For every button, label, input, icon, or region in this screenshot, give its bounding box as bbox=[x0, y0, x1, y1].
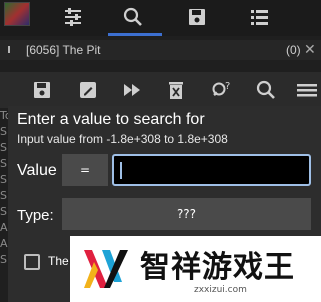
operator-button[interactable]: = bbox=[62, 154, 108, 186]
menu-icon[interactable] bbox=[294, 78, 318, 102]
fast-forward-icon[interactable] bbox=[120, 78, 144, 102]
value-input[interactable] bbox=[112, 154, 311, 186]
type-label: Type: bbox=[17, 207, 54, 224]
value-label: Value bbox=[17, 162, 57, 179]
pause-icon[interactable]: II bbox=[7, 45, 11, 56]
search-toolbar: ? bbox=[0, 72, 321, 108]
background-list-text: To S S S S S S A A S bbox=[0, 109, 8, 266]
option-checkbox-label: The bbox=[48, 254, 69, 268]
save-icon[interactable] bbox=[30, 78, 54, 102]
process-bar: II [6056] The Pit (0) ✕ bbox=[0, 40, 321, 60]
watermark-brand: 智祥游戏王 bbox=[140, 250, 295, 285]
edit-icon[interactable] bbox=[76, 78, 100, 102]
type-selector[interactable]: ??? bbox=[62, 198, 311, 230]
process-name[interactable]: [6056] The Pit bbox=[26, 43, 101, 57]
watermark-url: zxxizui.com bbox=[194, 285, 247, 295]
list-icon[interactable] bbox=[248, 6, 270, 28]
text-caret bbox=[120, 162, 122, 179]
sliders-icon[interactable] bbox=[62, 6, 84, 28]
result-count: (0) bbox=[286, 43, 301, 57]
search-icon[interactable] bbox=[122, 6, 144, 28]
delete-icon[interactable] bbox=[164, 78, 188, 102]
watermark-banner: 智祥游戏王 zxxizui.com bbox=[70, 236, 321, 302]
dialog-subtitle: Input value from -1.8e+308 to 1.8e+308 bbox=[17, 132, 228, 146]
search-help-icon[interactable]: ? bbox=[210, 78, 234, 102]
save-icon[interactable] bbox=[186, 6, 208, 28]
active-tab-indicator bbox=[108, 33, 162, 36]
dialog-title: Enter a value to search for bbox=[17, 111, 205, 128]
game-thumbnail[interactable] bbox=[4, 2, 30, 26]
top-app-bar bbox=[0, 0, 321, 36]
search-icon[interactable] bbox=[254, 78, 278, 102]
svg-text:?: ? bbox=[225, 81, 230, 92]
watermark-logo bbox=[80, 242, 132, 296]
close-icon[interactable]: ✕ bbox=[304, 42, 316, 58]
option-checkbox[interactable] bbox=[24, 254, 40, 270]
